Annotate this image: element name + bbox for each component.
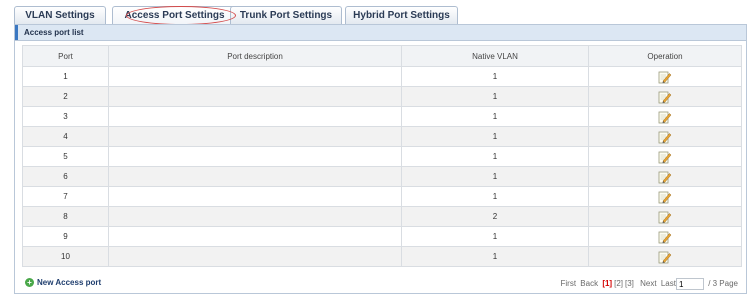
operation-cell	[588, 126, 742, 147]
table-row: 41	[22, 126, 742, 147]
edit-icon[interactable]	[658, 130, 672, 144]
access-port-table: Port Port description Native VLAN Operat…	[22, 45, 742, 267]
pagination: First Back [1][2][3] Next Last / 3 Page	[558, 278, 738, 290]
operation-cell	[588, 66, 742, 87]
tab-access-port-settings[interactable]: Access Port Settings	[112, 6, 237, 24]
port-description-cell	[108, 86, 402, 107]
edit-icon[interactable]	[658, 150, 672, 164]
operation-cell	[588, 246, 742, 267]
pager-total-pages: / 3 Page	[708, 279, 738, 289]
edit-icon[interactable]	[658, 250, 672, 264]
operation-cell	[588, 226, 742, 247]
port-cell: 8	[22, 206, 109, 227]
operation-cell	[588, 146, 742, 167]
table-row: 82	[22, 206, 742, 227]
table-row: 61	[22, 166, 742, 187]
edit-icon[interactable]	[658, 210, 672, 224]
table-header-row: Port Port description Native VLAN Operat…	[22, 45, 742, 67]
pager-back-link[interactable]: Back	[580, 279, 598, 288]
pager-page-1-link[interactable]: [1]	[602, 279, 612, 288]
port-cell: 10	[22, 246, 109, 267]
new-access-port-button[interactable]: + New Access port	[25, 278, 102, 288]
operation-cell	[588, 186, 742, 207]
page-number-input[interactable]	[675, 278, 704, 290]
native-vlan-cell: 1	[401, 86, 589, 107]
operation-cell	[588, 106, 742, 127]
port-description-cell	[108, 226, 402, 247]
table-body: 1 1 2 1 3 1 4 1 5 1 6 1 7 1 8 2 9 1 10 1	[22, 66, 742, 267]
table-row: 31	[22, 106, 742, 127]
column-header-native-vlan: Native VLAN	[401, 45, 589, 67]
tab-trunk-port-settings[interactable]: Trunk Port Settings	[230, 6, 342, 24]
panel-header-accent	[15, 25, 18, 40]
column-header-operation: Operation	[588, 45, 742, 67]
column-header-port: Port	[22, 45, 109, 67]
table-row: 71	[22, 186, 742, 207]
port-description-cell	[108, 106, 402, 127]
port-cell: 3	[22, 106, 109, 127]
operation-cell	[588, 86, 742, 107]
new-access-port-label: New Access port	[37, 278, 102, 287]
port-description-cell	[108, 166, 402, 187]
table-footer: + New Access port First Back [1] [2] [3] Ne…	[15, 275, 746, 293]
table-row: 91	[22, 226, 742, 247]
table-row: 21	[22, 86, 742, 107]
edit-icon[interactable]	[658, 190, 672, 204]
tab-hybrid-port-settings[interactable]: Hybrid Port Settings	[345, 6, 458, 24]
port-description-cell	[108, 206, 402, 227]
operation-cell	[588, 206, 742, 227]
native-vlan-cell: 1	[401, 226, 589, 247]
port-description-cell	[108, 126, 402, 147]
table-row: 10 1	[22, 246, 742, 267]
tab-vlan-settings[interactable]: VLAN Settings	[14, 6, 106, 24]
operation-cell	[588, 166, 742, 187]
edit-icon[interactable]	[658, 170, 672, 184]
native-vlan-cell: 1	[401, 166, 589, 187]
native-vlan-cell: 1	[401, 106, 589, 127]
native-vlan-cell: 1	[401, 66, 589, 87]
pager-page-3-link[interactable]: [3]	[625, 279, 634, 288]
port-cell: 6	[22, 166, 109, 187]
pager-page-2-link[interactable]: [2]	[614, 279, 623, 288]
port-description-cell	[108, 186, 402, 207]
panel-title: Access port list	[24, 28, 84, 37]
panel-header: Access port list	[15, 25, 746, 41]
edit-icon[interactable]	[658, 110, 672, 124]
table-row: 11	[22, 66, 742, 87]
plus-icon: +	[25, 278, 34, 288]
pager-next-link[interactable]: Next	[640, 279, 656, 288]
port-description-cell	[108, 246, 402, 267]
native-vlan-cell: 1	[401, 146, 589, 167]
edit-icon[interactable]	[658, 90, 672, 104]
native-vlan-cell: 1	[401, 126, 589, 147]
edit-icon[interactable]	[658, 70, 672, 84]
column-header-port-description: Port description	[108, 45, 402, 67]
table-row: 51	[22, 146, 742, 167]
port-description-cell	[108, 66, 402, 87]
edit-icon[interactable]	[658, 230, 672, 244]
port-cell: 1	[22, 66, 109, 87]
port-cell: 9	[22, 226, 109, 247]
tab-bar: VLAN Settings Access Port Settings Trunk…	[14, 6, 747, 25]
port-description-cell	[108, 146, 402, 167]
pager-last-link[interactable]: Last	[661, 279, 676, 288]
port-cell: 2	[22, 86, 109, 107]
port-cell: 7	[22, 186, 109, 207]
port-cell: 5	[22, 146, 109, 167]
pager-first-link[interactable]: First	[560, 279, 576, 288]
port-cell: 4	[22, 126, 109, 147]
native-vlan-cell: 1	[401, 246, 589, 267]
native-vlan-cell: 2	[401, 206, 589, 227]
access-port-panel: Access port list Port Port description N…	[14, 24, 747, 294]
native-vlan-cell: 1	[401, 186, 589, 207]
